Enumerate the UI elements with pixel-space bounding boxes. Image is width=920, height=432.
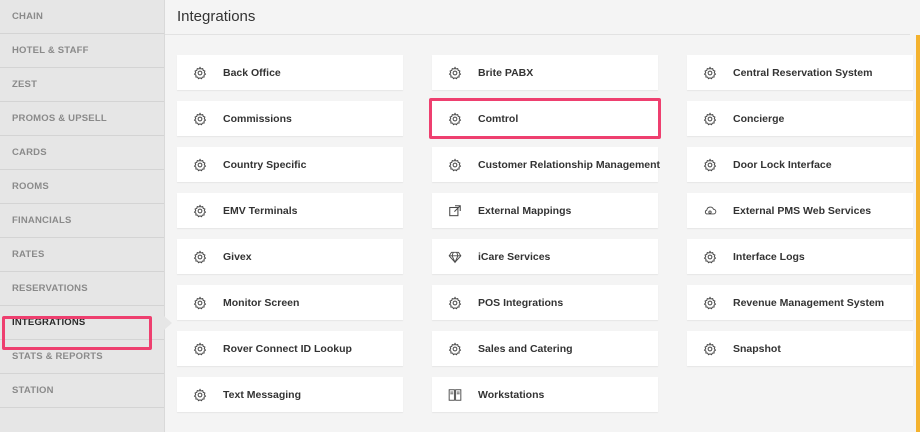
integration-tile-label: Monitor Screen (223, 296, 300, 309)
sidebar-item-label: INTEGRATIONS (12, 317, 86, 328)
integration-tile-label: Brite PABX (478, 66, 534, 79)
gear-icon (448, 111, 462, 126)
integration-tile-label: Workstations (478, 388, 545, 401)
integration-tile-label: External Mappings (478, 204, 572, 217)
diamond-icon (448, 250, 462, 264)
integration-tile-external-mappings[interactable]: External Mappings (432, 193, 658, 228)
gear-icon (703, 249, 717, 264)
integration-tile-country-specific[interactable]: Country Specific (177, 147, 403, 182)
title-divider (165, 34, 910, 35)
gear-icon (193, 295, 207, 310)
sidebar-item-reservations[interactable]: RESERVATIONS (0, 272, 164, 306)
sidebar-nav: CHAIN HOTEL & STAFF ZEST PROMOS & UPSELL CAR… (0, 0, 172, 432)
integration-tile-revenue-management-system[interactable]: Revenue Management System (687, 285, 913, 320)
sidebar-item-label: STATION (12, 385, 54, 396)
integration-tile-brite-pabx[interactable]: Brite PABX (432, 55, 658, 90)
integration-tile-text-messaging[interactable]: Text Messaging (177, 377, 403, 412)
gear-icon (703, 341, 717, 356)
integration-tile-workstations[interactable]: Workstations (432, 377, 658, 412)
integration-tile-label: Country Specific (223, 158, 307, 171)
sidebar-item-station[interactable]: STATION (0, 374, 164, 408)
sidebar-item-financials[interactable]: FINANCIALS (0, 204, 164, 238)
integration-tile-label: External PMS Web Services (733, 204, 872, 217)
integration-tile-customer-relationship-management[interactable]: Customer Relationship Management (432, 147, 661, 182)
sidebar-item-integrations[interactable]: INTEGRATIONS (0, 306, 172, 340)
sidebar-item-label: CHAIN (12, 11, 44, 22)
integration-tile-label: Back Office (223, 66, 281, 79)
sidebar-item-label: HOTEL & STAFF (12, 45, 89, 56)
integration-tile-emv-terminals[interactable]: EMV Terminals (177, 193, 403, 228)
integration-tile-commissions[interactable]: Commissions (177, 101, 403, 136)
gear-icon (448, 295, 462, 310)
sidebar-item-cards[interactable]: CARDS (0, 136, 164, 170)
sidebar-item-chain[interactable]: CHAIN (0, 0, 164, 34)
gear-icon (193, 157, 207, 172)
gear-icon (703, 295, 717, 310)
integration-tile-back-office[interactable]: Back Office (177, 55, 403, 90)
external-link-icon (448, 204, 462, 218)
integration-tile-label: Comtrol (478, 112, 519, 125)
sidebar-item-zest[interactable]: ZEST (0, 68, 164, 102)
integration-tile-label: Rover Connect ID Lookup (223, 342, 352, 355)
integration-tile-label: Snapshot (733, 342, 781, 355)
sidebar-item-label: RESERVATIONS (12, 283, 88, 294)
gear-icon (193, 111, 207, 126)
gear-icon (193, 65, 207, 80)
sidebar-item-label: STATS & REPORTS (12, 351, 103, 362)
integration-tile-door-lock-interface[interactable]: Door Lock Interface (687, 147, 913, 182)
sidebar-item-label: ROOMS (12, 181, 49, 192)
integration-tile-label: Concierge (733, 112, 785, 125)
integration-tile-label: EMV Terminals (223, 204, 298, 217)
integration-tile-label: Central Reservation System (733, 66, 873, 79)
gear-icon (703, 65, 717, 80)
integration-tile-givex[interactable]: Givex (177, 239, 403, 274)
gear-icon (703, 157, 717, 172)
integration-tile-central-reservation-system[interactable]: Central Reservation System (687, 55, 913, 90)
sidebar-item-rooms[interactable]: ROOMS (0, 170, 164, 204)
integration-tile-interface-logs[interactable]: Interface Logs (687, 239, 913, 274)
integration-tile-pos-integrations[interactable]: POS Integrations (432, 285, 658, 320)
gear-icon (703, 111, 717, 126)
integration-tile-label: Interface Logs (733, 250, 805, 263)
gear-icon (193, 203, 207, 218)
integration-tile-label: Text Messaging (223, 388, 301, 401)
integration-tile-comtrol[interactable]: Comtrol (432, 101, 658, 136)
gear-icon (448, 157, 462, 172)
gear-icon (448, 65, 462, 80)
sidebar-item-label: RATES (12, 249, 45, 260)
integration-tile-icare-services[interactable]: iCare Services (432, 239, 658, 274)
workstation-icon (448, 388, 462, 402)
sidebar-item-label: CARDS (12, 147, 47, 158)
integration-tile-concierge[interactable]: Concierge (687, 101, 913, 136)
gear-icon (448, 341, 462, 356)
cloud-gear-icon (703, 204, 717, 218)
gear-icon (193, 387, 207, 402)
sidebar-item-label: ZEST (12, 79, 38, 90)
integration-tile-label: Customer Relationship Management (478, 158, 661, 171)
integration-tile-sales-and-catering[interactable]: Sales and Catering (432, 331, 658, 366)
sidebar-item-label: PROMOS & UPSELL (12, 113, 107, 124)
gear-icon (193, 249, 207, 264)
sidebar-item-rates[interactable]: RATES (0, 238, 164, 272)
integration-tile-label: Door Lock Interface (733, 158, 832, 171)
integration-tile-label: POS Integrations (478, 296, 564, 309)
integration-tile-label: Commissions (223, 112, 292, 125)
integration-tile-external-pms-web-services[interactable]: External PMS Web Services (687, 193, 913, 228)
sidebar-item-promos-upsell[interactable]: PROMOS & UPSELL (0, 102, 164, 136)
scroll-indicator[interactable] (916, 35, 920, 432)
page-title: Integrations (177, 8, 256, 25)
integration-tile-rover-connect-id-lookup[interactable]: Rover Connect ID Lookup (177, 331, 403, 366)
sidebar-item-label: FINANCIALS (12, 215, 72, 226)
sidebar-item-hotel-staff[interactable]: HOTEL & STAFF (0, 34, 164, 68)
gear-icon (193, 341, 207, 356)
integration-tile-label: iCare Services (478, 250, 551, 263)
sidebar-item-stats-reports[interactable]: STATS & REPORTS (0, 340, 164, 374)
integration-tile-monitor-screen[interactable]: Monitor Screen (177, 285, 403, 320)
integration-tile-label: Givex (223, 250, 252, 263)
integration-tile-label: Revenue Management System (733, 296, 885, 309)
integration-tile-label: Sales and Catering (478, 342, 573, 355)
integration-tile-snapshot[interactable]: Snapshot (687, 331, 913, 366)
